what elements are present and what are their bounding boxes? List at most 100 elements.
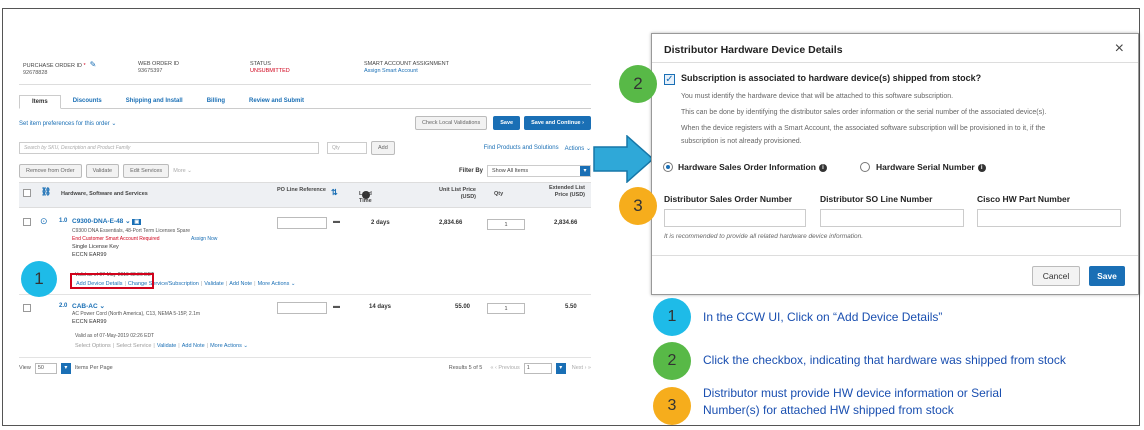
stock-shipped-checkbox[interactable]: ✓ (664, 74, 675, 85)
row-checkbox[interactable] (23, 218, 31, 226)
modal-title: Distributor Hardware Device Details (664, 44, 843, 56)
smart-account-label: SMART ACCOUNT ASSIGNMENT (364, 61, 449, 67)
add-note-link[interactable]: Add Note (229, 281, 252, 287)
qty-input[interactable]: Qty (327, 142, 367, 154)
dropdown-arrow-icon[interactable]: ▾ (555, 362, 566, 374)
modal-text-1: You must identify the hardware device th… (681, 93, 954, 100)
check-validations-button[interactable]: Check Local Validations (414, 116, 488, 130)
edit-services-button[interactable]: Edit Services (123, 164, 170, 178)
tab-items[interactable]: Items (19, 95, 61, 109)
serial-number-radio-label: Hardware Serial Number i (876, 162, 986, 172)
cancel-button[interactable]: Cancel (1032, 266, 1080, 286)
assign-now-link[interactable]: Assign Now (191, 236, 217, 242)
more-actions-link[interactable]: More Actions ⌄ (210, 343, 248, 349)
sales-order-number-input[interactable] (664, 209, 806, 227)
legend-step-3-line-2: Number(s) for attached HW shipped from s… (703, 403, 954, 417)
qty-field[interactable]: 1 (487, 303, 525, 314)
tab-billing[interactable]: Billing (195, 95, 237, 108)
po-line-input[interactable] (277, 302, 327, 314)
validate-link[interactable]: Validate (157, 343, 176, 349)
remove-from-order-button[interactable]: Remove from Order (19, 164, 82, 178)
col-hardware: Hardware, Software and Services (61, 191, 148, 197)
line-number: 2.0 (59, 303, 68, 309)
info-icon: i (362, 191, 370, 199)
close-icon[interactable]: × (1115, 40, 1124, 58)
assign-smart-account-link[interactable]: Assign Smart Account (364, 68, 560, 75)
add-note-link[interactable]: Add Note (182, 343, 205, 349)
sku-description: AC Power Cord (North America), C13, NEMA… (72, 311, 201, 317)
pagination-bar: View 50 ▾ Items Per Page Results 5 of 5 … (19, 361, 591, 375)
per-page-select[interactable]: 50 (34, 362, 57, 374)
order-header: PURCHASE ORDER ID * ✎ 92678828 WEB ORDER … (19, 61, 591, 85)
so-line-number-input[interactable] (820, 209, 964, 227)
hw-part-number-label: Cisco HW Part Number (977, 194, 1071, 204)
qty-field[interactable]: 1 (487, 219, 525, 230)
eccn-code: ECCN EAR99 (72, 319, 107, 325)
link-icon[interactable]: ▬ (333, 218, 340, 225)
expand-icon[interactable]: ⊙ (40, 216, 48, 227)
order-panel: PURCHASE ORDER ID * ✎ 92678828 WEB ORDER … (19, 61, 591, 377)
step-1-badge: 1 (21, 261, 57, 297)
sort-icon[interactable]: ⇅ (331, 189, 338, 197)
filter-label: Filter By (458, 168, 483, 174)
dropdown-arrow-icon[interactable]: ▾ (60, 362, 71, 374)
bundle-icon: ▣ (132, 219, 142, 225)
tab-review[interactable]: Review and Submit (237, 95, 316, 108)
sku-link[interactable]: CAB-AC ⌄ (72, 302, 105, 310)
serial-number-radio[interactable] (860, 162, 870, 172)
tool-row: Remove from Order Validate Edit Services… (19, 164, 591, 178)
legend-step-3-text: Distributor must provide HW device infor… (703, 385, 1002, 419)
recommendation-note: It is recommended to provide all related… (664, 233, 864, 240)
validate-link[interactable]: Validate (204, 281, 223, 287)
row-checkbox[interactable] (23, 304, 31, 312)
status-block: STATUS UNSUBMITTED (246, 61, 360, 84)
smart-account-warning: End Customer Smart Account Required (72, 236, 160, 242)
tab-shipping[interactable]: Shipping and Install (114, 95, 195, 108)
so-line-number-label: Distributor SO Line Number (820, 194, 933, 204)
find-products-link[interactable]: Find Products and Solutions (484, 145, 559, 151)
edit-pencil-icon[interactable]: ✎ (90, 60, 97, 69)
col-qty: Qty (494, 191, 504, 197)
filter-select[interactable]: Show All Items ▾ (487, 165, 591, 177)
link-chain-icon: ⛓ (41, 187, 52, 196)
modal-text-3: When the device registers with a Smart A… (681, 125, 1046, 132)
table-row: 2.0 CAB-AC ⌄ AC Power Cord (North Americ… (19, 297, 591, 355)
next-link[interactable]: Next › » (572, 365, 591, 371)
select-service-link[interactable]: Select Service (116, 343, 151, 349)
sku-link[interactable]: C9300-DNA-E-48 ⌄ ▣ (72, 217, 142, 225)
page-select[interactable]: 1 (523, 362, 552, 374)
step-3-badge: 3 (619, 187, 657, 225)
actions-menu[interactable]: Actions ⌄ (565, 145, 591, 152)
tab-discounts[interactable]: Discounts (61, 95, 114, 108)
product-search-input[interactable]: Search by SKU, Description and Product F… (19, 142, 319, 154)
select-options-link[interactable]: Select Options (75, 343, 111, 349)
info-icon: i (977, 163, 986, 172)
hw-part-number-input[interactable] (977, 209, 1121, 227)
row-divider (19, 294, 591, 295)
save-button[interactable]: Save (493, 116, 521, 130)
more-menu[interactable]: More ⌄ (173, 168, 192, 174)
sales-order-number-label: Distributor Sales Order Number (664, 194, 793, 204)
link-icon[interactable]: ▬ (333, 303, 340, 310)
add-button[interactable]: Add (371, 141, 395, 155)
step-2-badge: 2 (619, 65, 657, 103)
po-line-input[interactable] (277, 217, 327, 229)
item-preferences-link[interactable]: Set item preferences for this order ⌄ (19, 120, 116, 127)
unit-price: 55.00 (455, 304, 471, 310)
chevron-down-icon: ⌄ (111, 120, 117, 127)
sales-order-radio[interactable] (663, 162, 673, 172)
modal-save-button[interactable]: Save (1089, 266, 1125, 286)
unit-price: 2,834.66 (439, 220, 463, 226)
col-po-line: PO Line Reference (277, 187, 326, 193)
eccn-code: ECCN EAR99 (72, 252, 107, 258)
web-order-label: WEB ORDER ID (138, 61, 179, 67)
validate-button[interactable]: Validate (85, 164, 120, 178)
stock-question: Subscription is associated to hardware d… (681, 73, 982, 83)
select-all-checkbox[interactable] (23, 189, 31, 197)
web-order-value: 93675397 (138, 68, 163, 74)
more-actions-link[interactable]: More Actions ⌄ (258, 281, 296, 287)
po-id-label: PURCHASE ORDER ID (23, 63, 82, 69)
sales-order-radio-label: Hardware Sales Order Information i (678, 162, 827, 172)
previous-link[interactable]: « ‹ Previous (490, 365, 519, 371)
save-continue-button[interactable]: Save and Continue › (524, 116, 591, 130)
